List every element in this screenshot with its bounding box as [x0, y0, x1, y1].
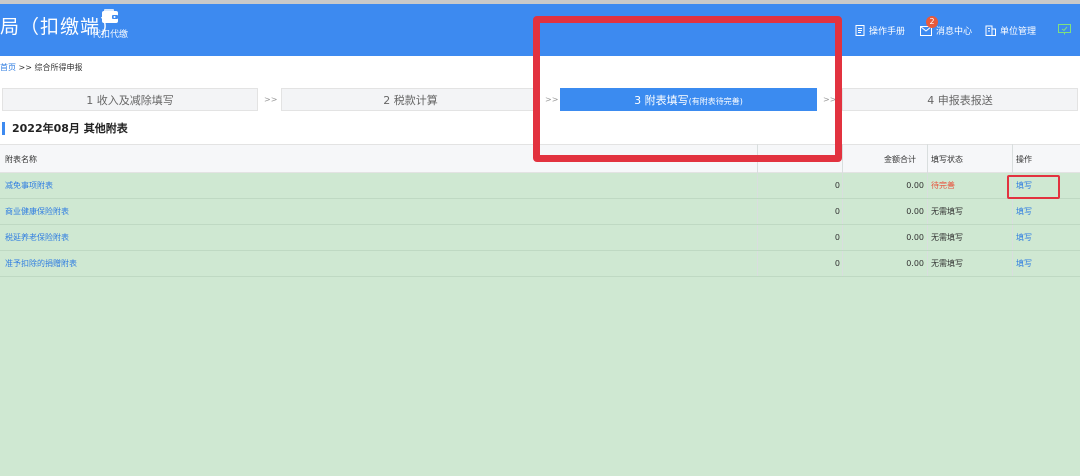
count-cell: 0	[834, 181, 840, 190]
step-label: 1 收入及减除填写	[86, 94, 174, 107]
total-cell: 0.00	[906, 259, 924, 268]
fill-button[interactable]: 填写	[1016, 199, 1032, 225]
step-separator: >>	[264, 95, 278, 104]
breadcrumb-home-link[interactable]: 首页	[0, 63, 16, 72]
count-cell: 0	[834, 233, 840, 242]
attachment-name-link[interactable]: 减免事项附表	[5, 173, 53, 199]
header-name: 附表名称	[5, 155, 37, 164]
section-title: 2022年08月 其他附表	[2, 122, 128, 135]
unit-management-link[interactable]: 单位管理	[985, 24, 1036, 37]
monitor-icon	[1058, 24, 1071, 35]
header-total: 金额合计	[884, 155, 916, 164]
header-status: 填写状态	[931, 155, 963, 164]
message-badge: 2	[926, 16, 938, 28]
status-badge: 无需填写	[931, 259, 963, 268]
status-badge: 无需填写	[931, 207, 963, 216]
total-cell: 0.00	[906, 181, 924, 190]
breadcrumb-separator: >>	[18, 63, 32, 72]
count-cell: 0	[834, 207, 840, 216]
attachment-name-link[interactable]: 税延养老保险附表	[5, 225, 69, 251]
breadcrumb-current: 综合所得申报	[34, 63, 83, 72]
attachment-name-link[interactable]: 商业健康保险附表	[5, 199, 69, 225]
status-badge: 待完善	[931, 181, 955, 190]
message-center-link[interactable]: 2 消息中心	[920, 16, 973, 37]
total-cell: 0.00	[906, 207, 924, 216]
highlight-box-fill	[1007, 175, 1060, 199]
monitor-link[interactable]	[1058, 24, 1075, 35]
step-tax-calculation[interactable]: 2 税款计算	[281, 88, 540, 111]
table-row: 减免事项附表 0 0.00 待完善 填写	[0, 173, 1080, 199]
table-row: 税延养老保险附表 0 0.00 无需填写 填写	[0, 225, 1080, 251]
wallet-icon	[102, 9, 118, 23]
table-row: 准予扣除的捐赠附表 0 0.00 无需填写 填写	[0, 251, 1080, 277]
manual-label: 操作手册	[869, 27, 906, 37]
step-submit-return[interactable]: 4 申报表报送	[842, 88, 1078, 111]
table-row: 商业健康保险附表 0 0.00 无需填写 填写	[0, 199, 1080, 225]
status-badge: 无需填写	[931, 233, 963, 242]
unit-label: 单位管理	[1000, 27, 1037, 37]
breadcrumb: 首页 >> 综合所得申报	[0, 62, 83, 73]
messages-label: 消息中心	[936, 27, 973, 37]
header-op: 操作	[1016, 155, 1032, 164]
building-icon	[985, 25, 996, 36]
total-cell: 0.00	[906, 233, 924, 242]
manual-link[interactable]: 操作手册	[855, 24, 905, 37]
count-cell: 0	[834, 259, 840, 268]
nav-withholding-agent-label: 代扣代缴	[91, 30, 128, 40]
nav-withholding-agent[interactable]: 代扣代缴	[86, 8, 134, 40]
document-icon	[855, 25, 865, 36]
fill-button[interactable]: 填写	[1016, 225, 1032, 251]
attachment-name-link[interactable]: 准予扣除的捐赠附表	[5, 251, 77, 277]
fill-button[interactable]: 填写	[1016, 251, 1032, 277]
step-label: 4 申报表报送	[927, 94, 993, 107]
step-label: 2 税款计算	[383, 94, 438, 107]
step-income-deduction[interactable]: 1 收入及减除填写	[2, 88, 258, 111]
highlight-box-step	[533, 16, 842, 162]
